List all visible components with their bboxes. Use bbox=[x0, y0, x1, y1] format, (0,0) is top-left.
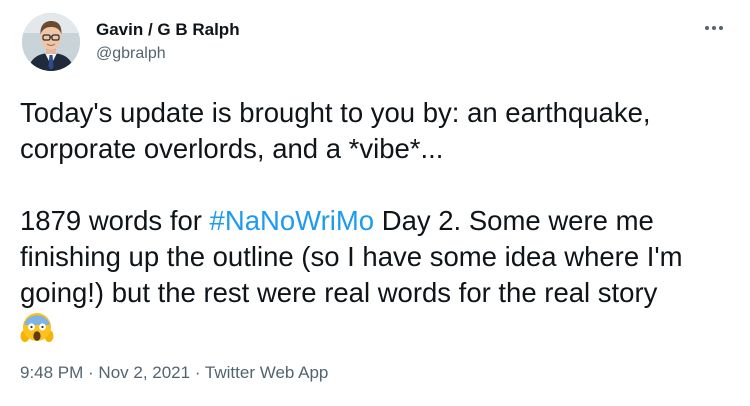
tweet-line: finishing up the outline (so I have some… bbox=[20, 241, 683, 272]
tweet-text-segment: 1879 words for bbox=[20, 205, 210, 236]
more-options-button[interactable] bbox=[698, 18, 730, 38]
avatar[interactable] bbox=[22, 13, 80, 71]
meta-separator: · bbox=[83, 363, 99, 382]
tweet-card: Gavin / G B Ralph @gbralph Today's updat… bbox=[0, 0, 750, 406]
tweet-source[interactable]: Twitter Web App bbox=[205, 363, 328, 382]
author-handle[interactable]: @gbralph bbox=[96, 45, 166, 63]
screaming-face-emoji-icon bbox=[20, 311, 54, 354]
more-horizontal-icon bbox=[705, 26, 723, 30]
paragraph-break bbox=[20, 167, 730, 203]
tweet-line: 1879 words for #NaNoWriMo Day 2. Some we… bbox=[20, 203, 730, 239]
tweet-text-segment: Day 2. Some were me bbox=[374, 205, 654, 236]
tweet-meta: 9:48 PM · Nov 2, 2021 · Twitter Web App bbox=[20, 363, 328, 383]
tweet-line bbox=[20, 311, 730, 347]
tweet-line: Today's update is brought to you by: an … bbox=[20, 97, 651, 128]
hashtag-link[interactable]: #NaNoWriMo bbox=[210, 205, 375, 236]
tweet-time[interactable]: 9:48 PM bbox=[20, 363, 83, 382]
author-display-name[interactable]: Gavin / G B Ralph bbox=[96, 20, 240, 40]
meta-separator: · bbox=[190, 363, 205, 382]
tweet-date[interactable]: Nov 2, 2021 bbox=[98, 363, 190, 382]
tweet-line: going!) but the rest were real words for… bbox=[20, 277, 658, 308]
tweet-text: Today's update is brought to you by: an … bbox=[20, 95, 730, 347]
tweet-line: corporate overlords, and a *vibe*... bbox=[20, 133, 444, 164]
